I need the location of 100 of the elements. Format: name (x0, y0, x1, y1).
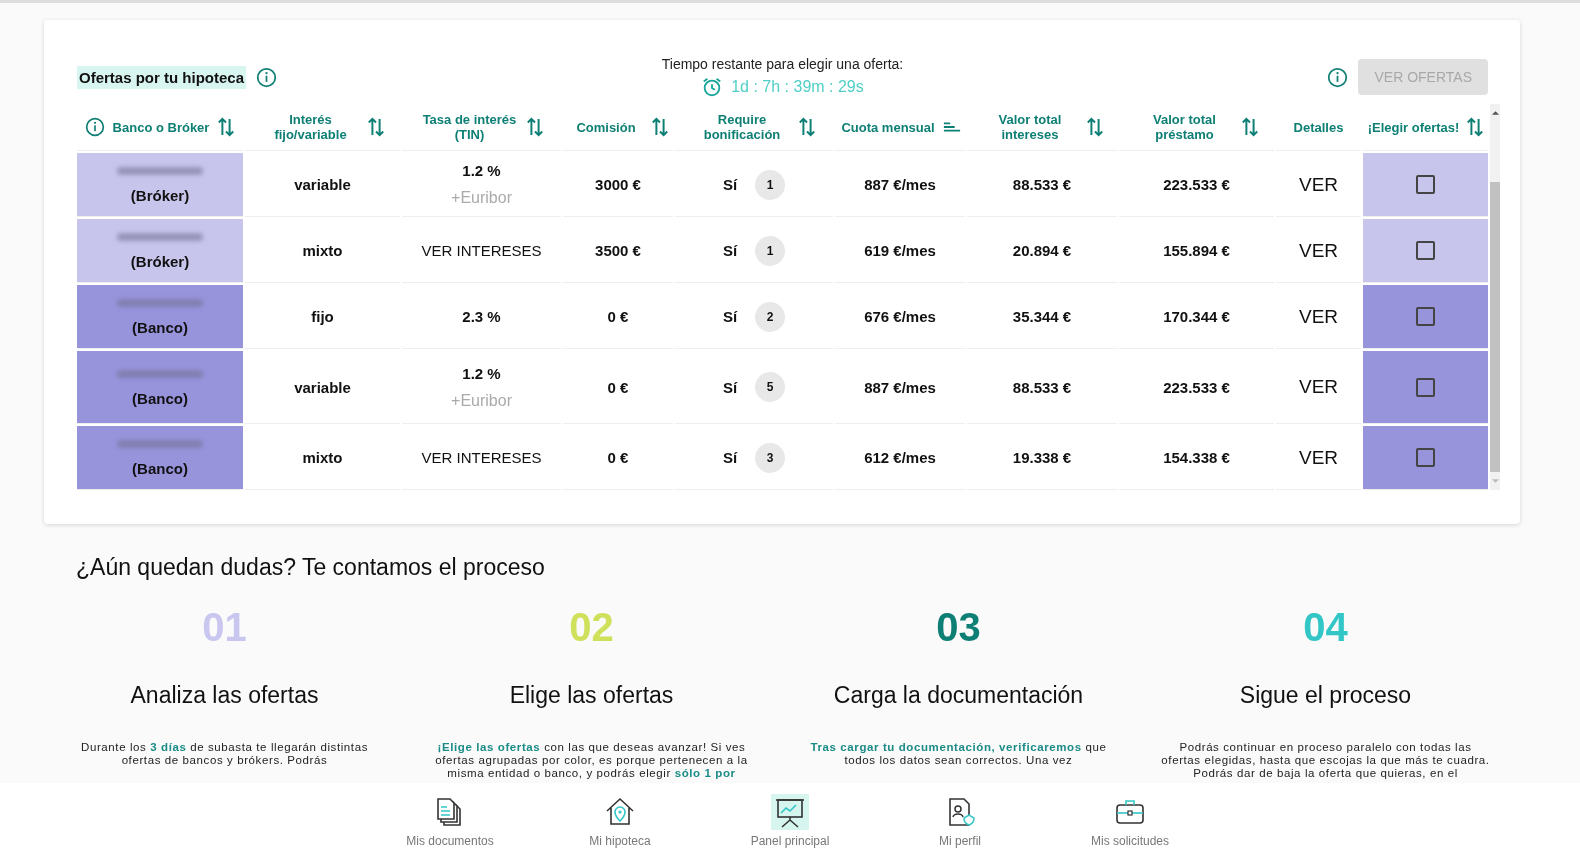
entity-type: (Banco) (132, 389, 188, 407)
table-cell: 88.533 € (1012, 176, 1072, 193)
blurred-name-icon (115, 297, 205, 309)
table-cell: 3500 € (595, 242, 641, 259)
table-cell: 170.344 € (1163, 308, 1230, 325)
info-icon[interactable] (85, 117, 105, 137)
step-description: Durante los 3 días de subasta te llegarán distintas ofertas de bancos y brókers. Podrás (80, 741, 369, 767)
nav-item[interactable]: Panel principal (740, 793, 840, 848)
blurred-name-icon (115, 367, 205, 380)
nav-item[interactable]: Mi hipoteca (570, 793, 670, 848)
table-cell: 35.344 € (1012, 308, 1072, 325)
column-header: Detalles (1292, 119, 1345, 135)
table-cell: 3000 € (595, 176, 641, 193)
table-cell: Sí (722, 308, 738, 325)
step-description: ¡Elige las ofertas con las que deseas avanzar! Si ves ofertas agrupadas por color, es porque pertenecen a la misma entidad o banco, y podrás elegir sólo 1 por (434, 741, 749, 780)
table-cell: 154.338 € (1163, 449, 1230, 466)
sort-icon[interactable] (1466, 116, 1484, 138)
details-link[interactable]: VER (1298, 446, 1339, 468)
table-cell: 619 €/mes (864, 242, 936, 259)
count-badge: 1 (755, 235, 786, 266)
sort-icon[interactable] (651, 116, 669, 138)
table-cell: Sí (722, 378, 738, 396)
house-pin-icon (604, 795, 636, 828)
table-cell: mixto (302, 242, 343, 259)
info-icon[interactable] (256, 66, 278, 88)
table-cell: 155.894 € (1163, 242, 1230, 259)
checkbox[interactable] (1416, 307, 1435, 327)
rate-note: +Euribor (451, 391, 512, 410)
entity-type: (Banco) (132, 319, 188, 336)
view-interests-link[interactable]: VER INTERESES (421, 242, 542, 259)
count-badge: 3 (755, 442, 786, 473)
table-cell: 1.2 % (462, 162, 501, 179)
checkbox[interactable] (1416, 377, 1435, 397)
sort-icon[interactable] (798, 116, 816, 138)
table-cell: 2.3 % (462, 308, 501, 325)
offers-title: Ofertas por tu hipoteca (77, 65, 247, 89)
column-header: ¡Elegir ofertas! (1367, 119, 1460, 135)
sort-icon[interactable] (1240, 116, 1259, 138)
step-title: Elige las ofertas (509, 682, 674, 709)
nav-item[interactable]: Mi perfil (910, 793, 1010, 848)
nav-item[interactable]: Mis solicitudes (1080, 793, 1180, 848)
scroll-up-icon[interactable] (1490, 109, 1500, 117)
sort-icon[interactable] (525, 116, 544, 138)
sort-icon[interactable] (1086, 116, 1104, 138)
entity-type: (Bróker) (130, 187, 190, 204)
table-cell: 887 €/mes (864, 378, 936, 396)
blurred-name-icon (115, 165, 205, 177)
table-cell: 20.894 € (1012, 242, 1072, 259)
step-description: Tras cargar tu documentación, verificaremos que todos los datos sean correctos. Una vez (809, 741, 1108, 767)
scrollbar[interactable] (1490, 104, 1500, 490)
timer-label: Tiempo restante para elegir una oferta: (661, 56, 904, 72)
column-header: Banco o Bróker (111, 119, 211, 135)
column-header: Comisión (575, 119, 637, 135)
blurred-name-icon (115, 231, 205, 243)
table-cell: variable (294, 378, 351, 396)
column-header: Tasa de interés (TIN) (421, 112, 518, 142)
table-cell: mixto (302, 449, 343, 466)
table-cell: Sí (722, 176, 738, 193)
table-cell: 0 € (607, 308, 629, 325)
sort-icon[interactable] (366, 116, 385, 138)
table-cell: 1.2 % (462, 364, 501, 382)
step-number: 02 (569, 605, 614, 650)
table-cell: Sí (722, 242, 738, 259)
table-cell: 223.533 € (1163, 176, 1230, 193)
column-header: Cuota mensual (840, 119, 936, 135)
rate-note: +Euribor (451, 189, 512, 207)
details-link[interactable]: VER (1298, 239, 1339, 261)
table-cell: 612 €/mes (864, 449, 936, 466)
step-title: Sigue el proceso (1239, 682, 1412, 709)
entity-type: (Banco) (132, 460, 188, 477)
checkbox[interactable] (1416, 175, 1435, 195)
table-cell: 0 € (607, 378, 629, 396)
details-link[interactable]: VER (1298, 376, 1339, 397)
entity-type: (Bróker) (130, 253, 190, 270)
info-icon[interactable] (1327, 66, 1349, 88)
table-cell: variable (294, 176, 351, 193)
step-title: Analiza las ofertas (130, 682, 319, 709)
table-cell: 676 €/mes (864, 308, 936, 325)
nav-item[interactable]: Mis documentos (400, 793, 500, 848)
table-cell: 19.338 € (1012, 449, 1072, 466)
table-cell: 0 € (607, 449, 629, 466)
step-description: Podrás continuar en proceso paralelo con todas las ofertas elegidas, hasta que escojas la que más te cuadra. Podrás dar de baja la oferta que quieras, en el (1160, 741, 1491, 780)
column-header: Interés fijo/variable (273, 112, 348, 142)
count-badge: 5 (755, 372, 786, 402)
details-link[interactable]: VER (1298, 173, 1339, 195)
section-title: ¿Aún quedan dudas? Te contamos el proceso (76, 554, 546, 581)
checkbox[interactable] (1416, 241, 1435, 261)
sort-icon[interactable] (217, 116, 235, 138)
table-cell: 223.533 € (1163, 378, 1230, 396)
table-cell: Sí (722, 449, 738, 466)
table-cell: 88.533 € (1012, 378, 1072, 396)
view-interests-link[interactable]: VER INTERESES (421, 449, 542, 466)
column-header: Valor total préstamo (1152, 112, 1217, 142)
table-cell: fijo (311, 308, 334, 325)
checkbox[interactable] (1416, 448, 1435, 468)
count-badge: 2 (755, 301, 786, 332)
blurred-name-icon (115, 438, 205, 450)
details-link[interactable]: VER (1298, 305, 1339, 327)
column-header: Valor total intereses (997, 112, 1063, 142)
step-number: 04 (1303, 605, 1348, 650)
